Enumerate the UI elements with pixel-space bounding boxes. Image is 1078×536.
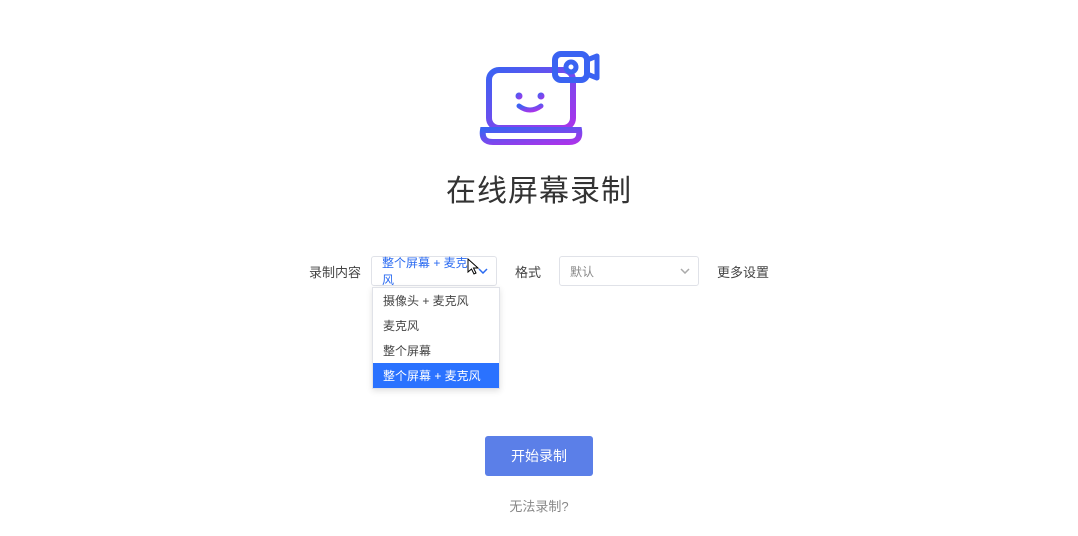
page-title: 在线屏幕录制 xyxy=(446,166,632,210)
dropdown-item[interactable]: 整个屏幕 xyxy=(373,338,499,363)
dropdown-item[interactable]: 整个屏幕 + 麦克风 xyxy=(373,363,499,388)
content-group: 录制内容 整个屏幕 + 麦克风 摄像头 + 麦克风麦克风整个屏幕整个屏幕 + 麦… xyxy=(309,256,497,286)
more-settings-link[interactable]: 更多设置 xyxy=(717,262,769,281)
chevron-down-icon xyxy=(680,266,690,276)
content-select-value: 整个屏幕 + 麦克风 xyxy=(382,254,478,288)
app-logo-icon xyxy=(469,48,609,148)
format-label: 格式 xyxy=(515,262,541,281)
help-link[interactable]: 无法录制? xyxy=(509,496,568,515)
main-container: 在线屏幕录制 录制内容 整个屏幕 + 麦克风 摄像头 + 麦克风麦克风整个屏幕整… xyxy=(0,0,1078,515)
format-select[interactable]: 默认 xyxy=(559,256,699,286)
content-select[interactable]: 整个屏幕 + 麦克风 摄像头 + 麦克风麦克风整个屏幕整个屏幕 + 麦克风 xyxy=(371,256,497,286)
chevron-down-icon xyxy=(478,266,488,276)
dropdown-item[interactable]: 麦克风 xyxy=(373,313,499,338)
dropdown-item[interactable]: 摄像头 + 麦克风 xyxy=(373,288,499,313)
controls-row: 录制内容 整个屏幕 + 麦克风 摄像头 + 麦克风麦克风整个屏幕整个屏幕 + 麦… xyxy=(309,256,769,286)
start-record-button[interactable]: 开始录制 xyxy=(485,436,593,476)
content-label: 录制内容 xyxy=(309,262,361,281)
format-select-value: 默认 xyxy=(570,263,594,280)
content-dropdown: 摄像头 + 麦克风麦克风整个屏幕整个屏幕 + 麦克风 xyxy=(372,287,500,389)
